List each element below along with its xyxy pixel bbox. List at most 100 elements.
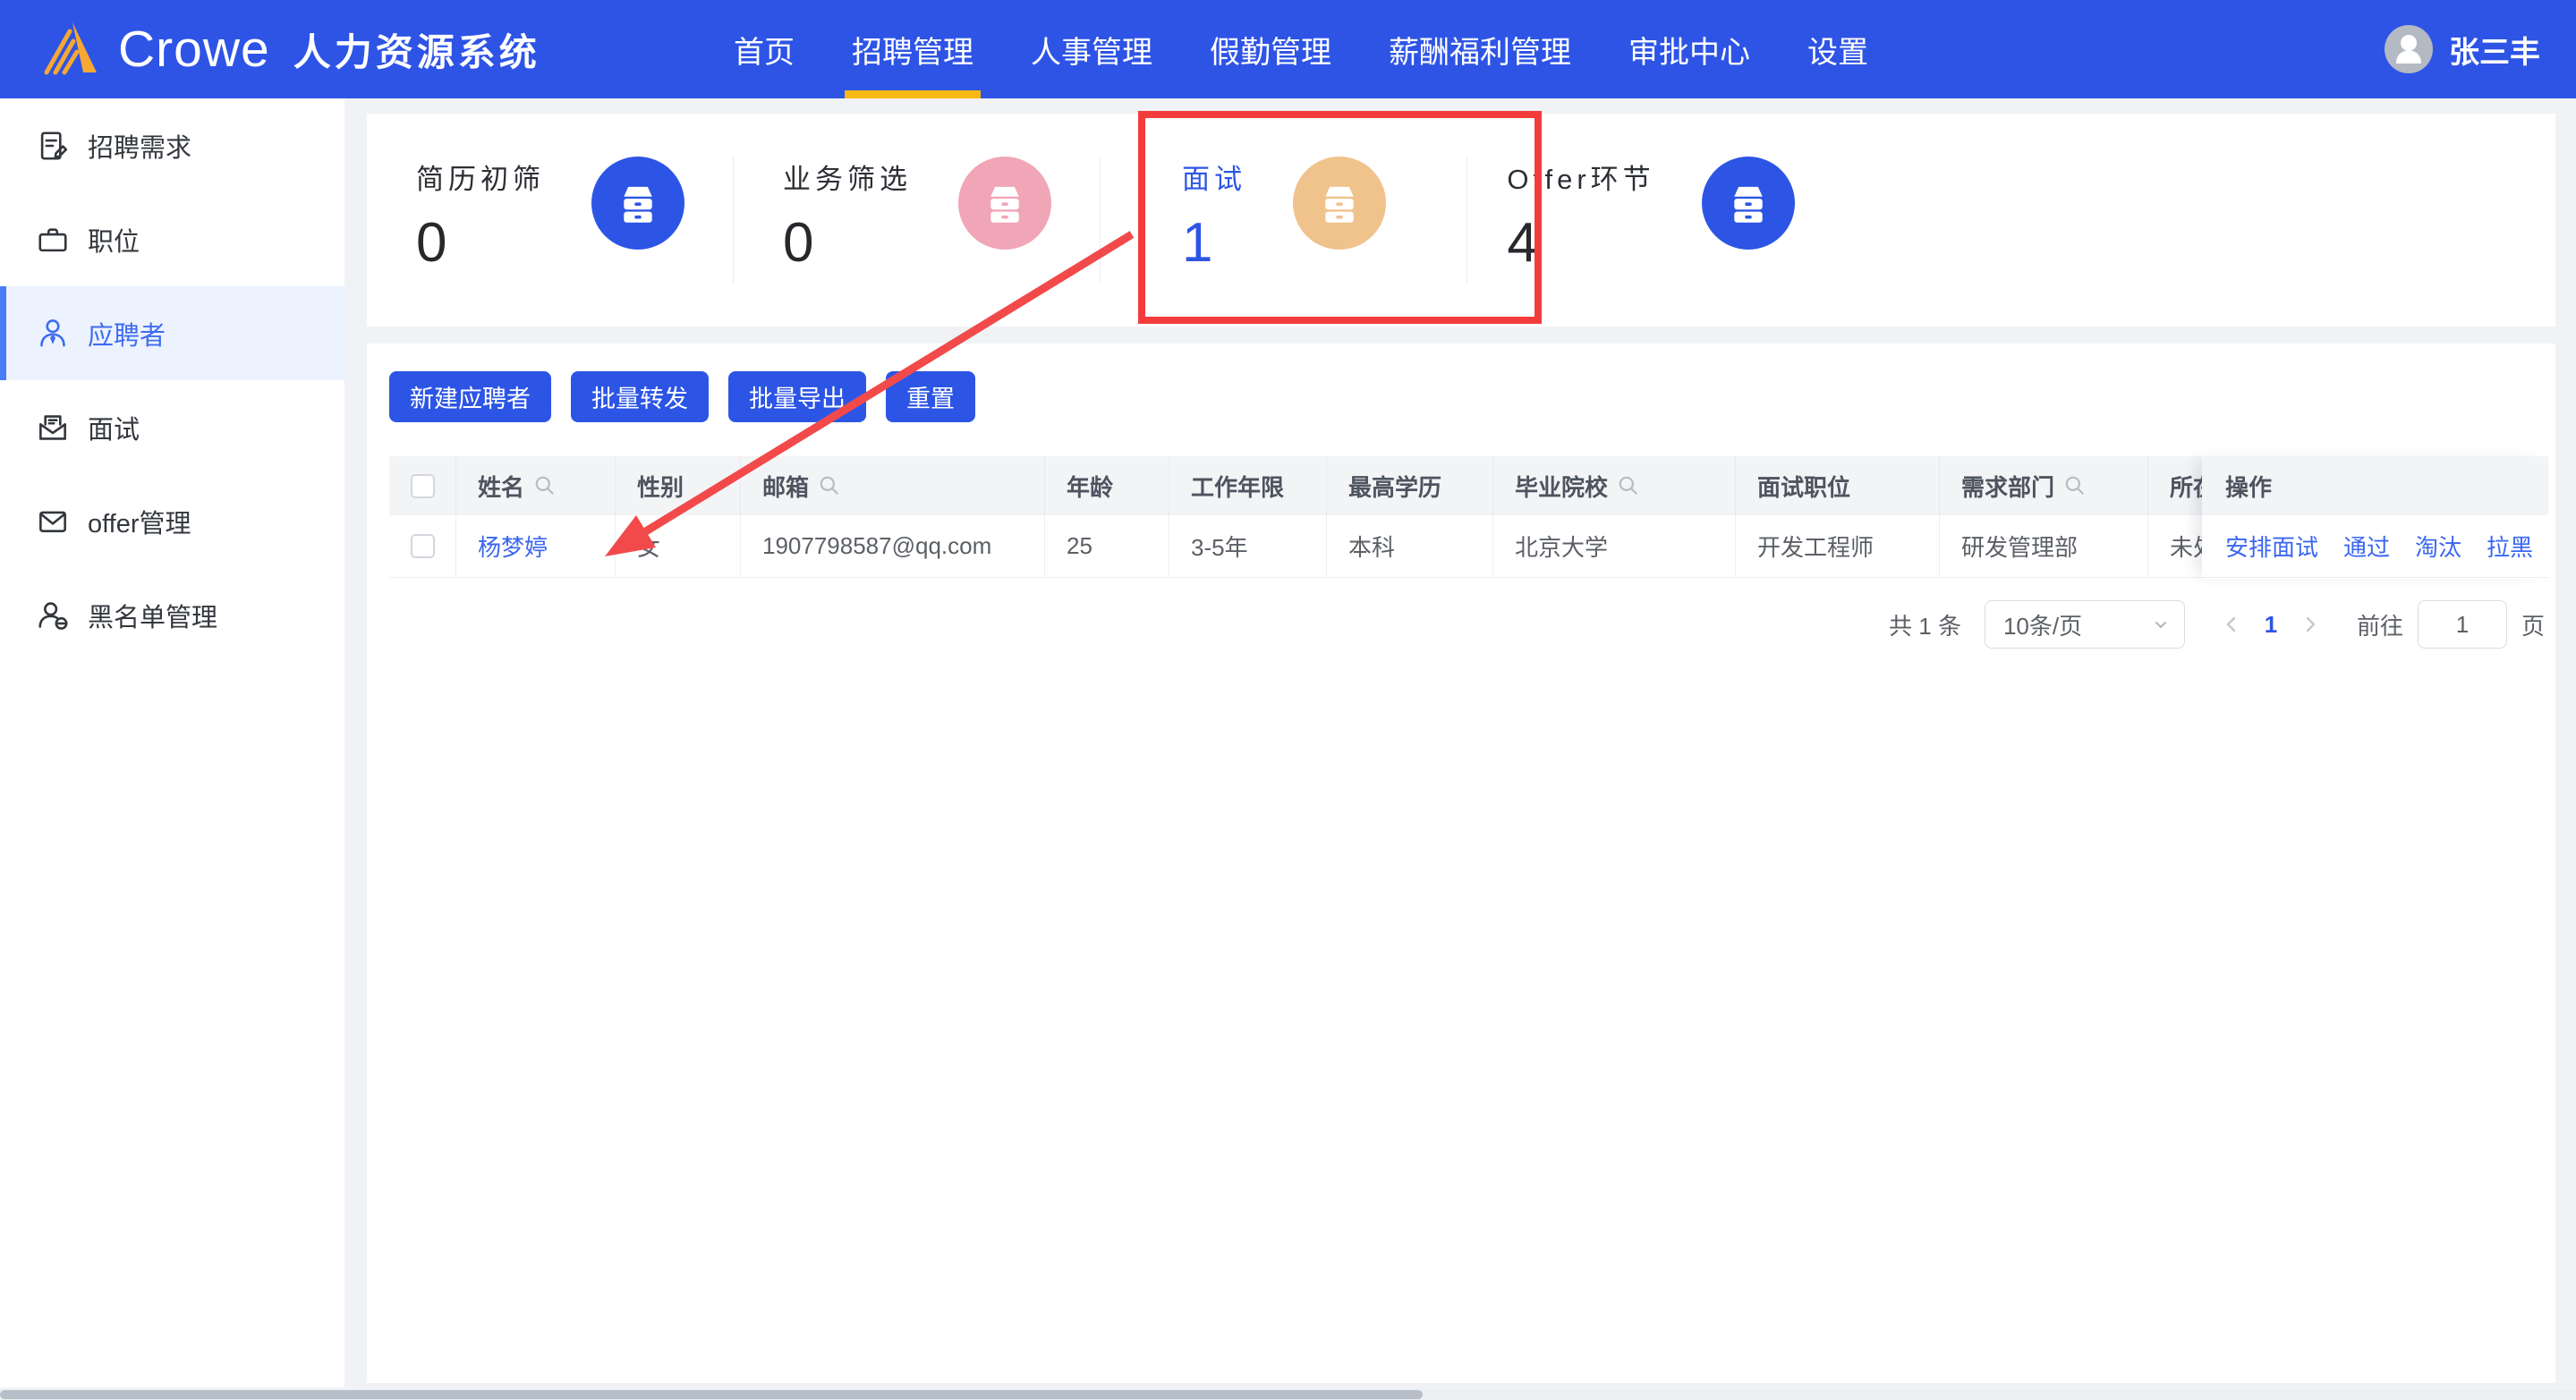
stats-panel: 简历初筛 0 业务筛选 0 面试 1 Offer环节 4: [367, 114, 2555, 327]
brand: Crowe 人力资源系统: [39, 17, 540, 81]
stat-card-interview[interactable]: 面试 1: [1101, 114, 1467, 327]
cell-gender: 女: [616, 515, 741, 577]
pass-link[interactable]: 通过: [2343, 530, 2390, 563]
nav-item-attendance[interactable]: 假勤管理: [1203, 0, 1339, 98]
user-block-icon: [38, 601, 68, 630]
applicants-table: 姓名 性别 邮箱 年龄 工作年限 最高学历 毕业院校 面试职位 需求部门 所在环…: [389, 456, 2548, 578]
stat-value: 4: [1507, 212, 1538, 274]
stat-info: 面试 1: [1182, 157, 1246, 327]
document-edit-icon: [40, 131, 68, 160]
avatar[interactable]: [2385, 25, 2433, 73]
cell-department: 研发管理部: [1940, 515, 2148, 577]
sidebar: 招聘需求 职位 应聘者 面试 offer管理 黑名单管理: [0, 98, 344, 1387]
page-size-select[interactable]: 10条/页: [1984, 600, 2185, 649]
col-label: 毕业院校: [1515, 473, 1609, 501]
row-select-cell: [389, 515, 456, 577]
next-page-button[interactable]: [2291, 613, 2330, 636]
col-label: 需求部门: [1961, 473, 2055, 501]
nav-item-label: 薪酬福利管理: [1389, 35, 1571, 70]
goto-page-input[interactable]: [2417, 600, 2507, 649]
cell-work-years: 3-5年: [1169, 515, 1327, 577]
select-all-checkbox[interactable]: [410, 473, 435, 498]
cell-education: 本科: [1327, 515, 1493, 577]
search-icon[interactable]: [533, 474, 557, 497]
stat-value: 0: [783, 212, 814, 274]
stat-info: 业务筛选 0: [783, 157, 912, 327]
chevron-down-icon: [2155, 622, 2166, 628]
nav-item-approval[interactable]: 审批中心: [1621, 0, 1757, 98]
sidebar-item-label: 职位: [88, 227, 140, 257]
nav-item-hr[interactable]: 人事管理: [1024, 0, 1160, 98]
batch-forward-button[interactable]: 批量转发: [571, 371, 709, 422]
row-checkbox[interactable]: [410, 534, 435, 558]
top-navbar: Crowe 人力资源系统 首页 招聘管理 人事管理 假勤管理 薪酬福利管理 审批…: [0, 0, 2576, 98]
stat-label: 业务筛选: [783, 164, 912, 195]
sidebar-item-applicants[interactable]: 应聘者: [0, 286, 344, 380]
actions-fixed-column: 操作 安排面试 通过 淘汰 拉黑: [2202, 456, 2548, 579]
batch-export-button[interactable]: 批量导出: [728, 371, 866, 422]
col-header-department: 需求部门: [1940, 456, 2148, 515]
nav-item-recruiting[interactable]: 招聘管理: [845, 0, 981, 98]
col-header-work-years: 工作年限: [1169, 456, 1327, 515]
col-header-position: 面试职位: [1736, 456, 1940, 515]
cabinet-icon: [591, 157, 684, 250]
sidebar-item-interview[interactable]: 面试: [0, 380, 344, 474]
user-area: 张三丰: [2385, 0, 2540, 98]
sidebar-item-blacklist[interactable]: 黑名单管理: [0, 568, 344, 662]
cell-email: 1907798587@qq.com: [741, 515, 1045, 577]
reset-button[interactable]: 重置: [886, 371, 975, 422]
stat-card-resume-screen[interactable]: 简历初筛 0: [367, 114, 734, 327]
nav-item-settings[interactable]: 设置: [1800, 0, 1875, 98]
stat-value: 1: [1182, 212, 1213, 274]
chevron-left-icon: [2226, 616, 2236, 632]
stat-info: 简历初筛 0: [416, 157, 545, 327]
person-icon: [2396, 35, 2421, 64]
col-header-gender: 性别: [616, 456, 741, 515]
col-header-age: 年龄: [1045, 456, 1169, 515]
user-name[interactable]: 张三丰: [2449, 28, 2540, 72]
col-label: 性别: [637, 473, 684, 501]
sidebar-item-label: 招聘需求: [88, 133, 192, 163]
toolbar: 新建应聘者 批量转发 批量导出 重置: [389, 371, 975, 422]
sidebar-item-offer[interactable]: offer管理: [0, 474, 344, 568]
sidebar-item-recruit-demand[interactable]: 招聘需求: [0, 98, 344, 192]
applicant-name-link[interactable]: 杨梦婷: [478, 530, 548, 563]
stat-label: Offer环节: [1507, 164, 1655, 195]
nav-item-label: 招聘管理: [852, 35, 973, 70]
nav-item-payroll[interactable]: 薪酬福利管理: [1382, 0, 1578, 98]
search-icon[interactable]: [818, 474, 841, 497]
stat-info: Offer环节 4: [1507, 157, 1654, 327]
page-size-value: 10条/页: [2002, 612, 2083, 640]
col-label: 工作年限: [1191, 473, 1285, 501]
search-icon[interactable]: [1617, 474, 1640, 497]
eliminate-link[interactable]: 淘汰: [2415, 530, 2461, 563]
goto-label: 前往: [2356, 612, 2403, 640]
search-icon[interactable]: [2063, 474, 2087, 497]
col-header-email: 邮箱: [741, 456, 1045, 515]
stat-label: 面试: [1182, 164, 1246, 195]
page-number-1[interactable]: 1: [2251, 611, 2291, 639]
cabinet-icon: [1701, 157, 1795, 250]
stat-label: 简历初筛: [416, 164, 545, 195]
prev-page-button[interactable]: [2212, 613, 2251, 636]
select-all-cell: [389, 456, 456, 515]
row-actions: 安排面试 通过 淘汰 拉黑: [2202, 515, 2548, 578]
applicants-panel: 新建应聘者 批量转发 批量导出 重置 姓名 性别 邮箱 年龄 工作年限 最高学历…: [367, 344, 2555, 1383]
new-applicant-button[interactable]: 新建应聘者: [389, 371, 551, 422]
stat-value: 0: [416, 212, 447, 274]
nav-item-label: 设置: [1807, 35, 1868, 70]
sidebar-item-label: 应聘者: [88, 321, 166, 351]
stat-card-offer[interactable]: Offer环节 4: [1467, 114, 1834, 327]
logo-text: Crowe: [118, 21, 270, 78]
horizontal-scrollbar-thumb[interactable]: [0, 1390, 1423, 1399]
total-count: 共 1 条: [1889, 612, 1961, 640]
crowe-logo-icon: [44, 22, 97, 75]
schedule-interview-link[interactable]: 安排面试: [2225, 530, 2318, 563]
blacklist-link[interactable]: 拉黑: [2487, 530, 2533, 563]
col-label: 年龄: [1067, 473, 1114, 501]
stat-card-business-screen[interactable]: 业务筛选 0: [734, 114, 1101, 327]
col-header-school: 毕业院校: [1493, 456, 1736, 515]
nav-item-label: 审批中心: [1628, 35, 1750, 70]
nav-item-home[interactable]: 首页: [727, 0, 802, 98]
sidebar-item-positions[interactable]: 职位: [0, 192, 344, 286]
